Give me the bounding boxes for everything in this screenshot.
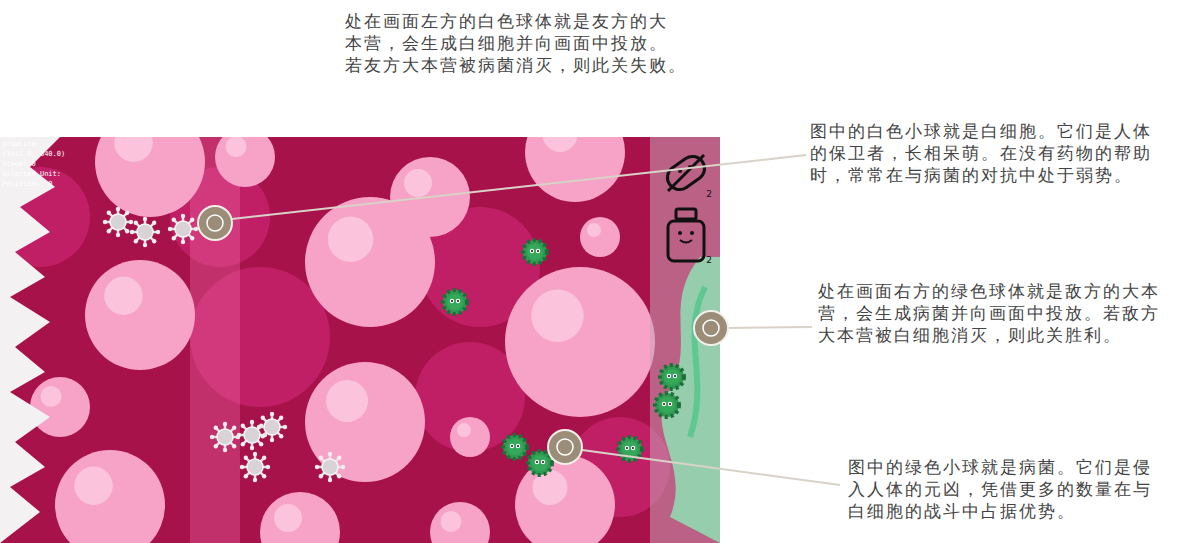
bacteria-icon [660,365,684,389]
white-cell-icon [240,452,270,482]
bacteria-icon [443,290,467,314]
bacteria-icon [655,393,679,417]
white-cell-icon [257,412,287,442]
tool-count: 2 [706,255,712,265]
enemy-base-annotation: 处在画面右方的绿色球体就是敌方的大本营，会生成病菌并向画面中投放。若敌方大本营被… [818,280,1160,346]
white-cell-icon [103,207,133,237]
annotated-screenshot: 处在画面左方的白色球体就是友方的大本营，会生成白细胞并向画面中投放。若友方大本营… [0,0,1193,543]
callout-marker-icon [548,430,582,464]
no-bacteria-pill-icon [660,147,712,199]
white-cell-annotation: 图中的白色小球就是白细胞。它们是人体的保卫者，长相呆萌。在没有药物的帮助时，常常… [810,120,1152,186]
tool-count: 2 [706,189,712,199]
white-cell-icon [210,422,240,452]
bacteria-icon [618,437,642,461]
tool-button[interactable]: 2 [656,205,716,265]
white-cell-icon [315,452,345,482]
bacteria-icon [503,435,527,459]
medicine-bottle-icon [660,205,712,265]
white-cell-icon [130,217,160,247]
friendly-base-icon [0,137,60,543]
white-cell-icon [237,420,267,450]
tool-bar: 22 [656,147,716,265]
side-panel [650,137,720,543]
bacteria-icon [528,451,552,475]
callout-marker-icon [694,311,728,345]
tool-button[interactable]: 2 [656,147,716,199]
bacteria-icon [523,240,547,264]
callout-lines [0,0,1193,543]
white-cell-icon [168,214,198,244]
body-tissue-background [0,137,720,543]
game-view[interactable]: drawLine:(1811.0, 340.0)Stage: 0Selected… [0,137,720,543]
bacteria-annotation: 图中的绿色小球就是病菌。它们是侵入人体的元凶，凭借更多的数量在与白细胞的战斗中占… [848,456,1152,522]
debug-info: drawLine:(1811.0, 340.0)Stage: 0Selected… [2,139,65,189]
callout-marker-icon [198,206,232,240]
home-base-annotation: 处在画面左方的白色球体就是友方的大本营，会生成白细胞并向画面中投放。若友方大本营… [345,10,687,76]
